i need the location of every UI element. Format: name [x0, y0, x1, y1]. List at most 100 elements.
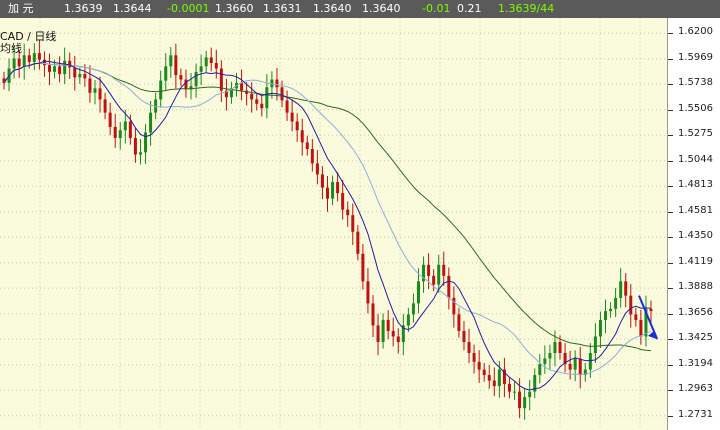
- price-tick-mark: [668, 58, 673, 60]
- candle-body: [351, 215, 355, 232]
- candle-body: [341, 193, 345, 210]
- candle-body: [482, 369, 486, 376]
- candle-body: [290, 112, 294, 122]
- price-tick-label: 1.5738: [678, 77, 713, 89]
- candle-body: [255, 99, 259, 104]
- candle-body: [416, 281, 420, 304]
- candle-body: [219, 68, 223, 91]
- candle-body: [568, 364, 572, 370]
- candle-body: [432, 275, 436, 285]
- quote-v2: 1.3631: [263, 2, 302, 15]
- candle-body: [123, 121, 127, 131]
- candle-body: [634, 314, 638, 320]
- quote-bar: 加 元 1.3639 1.3644 -0.0001 1.3660 1.3631 …: [0, 0, 720, 18]
- price-tick-label: 1.4813: [678, 179, 713, 191]
- price-tick-label: 1.6200: [678, 26, 713, 38]
- candle-body: [588, 353, 592, 370]
- price-tick-mark: [668, 84, 673, 86]
- candle-body: [275, 79, 279, 88]
- chart-plot-area[interactable]: [0, 18, 667, 430]
- candle-body: [411, 303, 415, 315]
- candle-body: [260, 103, 264, 109]
- candle-body: [280, 87, 284, 101]
- candle-body: [543, 358, 547, 365]
- candle-body: [83, 74, 87, 79]
- quote-v5: 0.21: [457, 2, 482, 15]
- candle-body: [285, 100, 289, 113]
- candle-body: [42, 59, 46, 66]
- price-tick-mark: [668, 33, 673, 35]
- candle-body: [381, 319, 385, 342]
- ma-short-line: [3, 60, 652, 391]
- quote-v3: 1.3640: [313, 2, 352, 15]
- quote-change-pct: -0.01: [422, 2, 451, 15]
- ma-mid-line: [3, 62, 652, 375]
- candle-body: [371, 303, 375, 326]
- candle-body: [144, 132, 148, 153]
- candle-body: [63, 60, 67, 75]
- candle-body: [240, 82, 244, 91]
- candle-body: [159, 80, 163, 100]
- candle-body: [336, 182, 340, 194]
- candle-body: [47, 65, 51, 72]
- candle-body: [376, 325, 380, 342]
- candle-body: [265, 87, 269, 109]
- candle-body: [396, 336, 400, 342]
- price-tick-label: 1.5044: [678, 153, 713, 165]
- candle-body: [17, 58, 21, 67]
- price-tick-label: 1.4350: [678, 230, 713, 242]
- candle-body: [593, 336, 597, 354]
- candle-body: [320, 174, 324, 188]
- candle-body: [133, 137, 137, 155]
- candle-body: [462, 330, 466, 342]
- candle-body: [437, 264, 441, 285]
- candle-body: [457, 314, 461, 331]
- candle-body: [649, 308, 653, 312]
- candle-body: [639, 319, 643, 337]
- candle-body: [12, 58, 16, 69]
- candle-body: [442, 264, 446, 276]
- candle-body: [295, 121, 299, 131]
- candle-body: [326, 187, 329, 199]
- price-tick-label: 1.3194: [678, 357, 713, 369]
- trading-chart-window: 加 元 1.3639 1.3644 -0.0001 1.3660 1.3631 …: [0, 0, 720, 430]
- price-tick-mark: [668, 135, 673, 137]
- candle-body: [538, 364, 542, 376]
- candle-body: [204, 57, 208, 67]
- candle-body: [507, 383, 511, 392]
- candle-body: [300, 130, 304, 143]
- price-tick-mark: [668, 339, 673, 341]
- candle-body: [492, 380, 496, 387]
- candle-body: [174, 55, 178, 76]
- symbol-name: 加 元: [8, 2, 34, 15]
- candle-body: [138, 152, 142, 155]
- candle-body: [108, 112, 112, 127]
- candle-body: [518, 391, 522, 409]
- candle-body: [128, 121, 132, 138]
- candle-body: [58, 66, 62, 75]
- candle-body: [497, 369, 501, 387]
- candle-body: [386, 319, 390, 331]
- price-axis: 1.6200 1.5969 1.5738 1.5506 1.5275 1.5044 1.48…: [667, 18, 720, 430]
- price-tick-mark: [668, 313, 673, 315]
- candle-body: [614, 297, 618, 309]
- candle-body: [27, 55, 31, 62]
- quote-v4: 1.3640: [362, 2, 401, 15]
- candle-body: [477, 361, 481, 370]
- candle-body: [558, 341, 562, 354]
- candle-body: [598, 319, 602, 337]
- candle-body: [528, 391, 532, 398]
- candle-body: [103, 99, 107, 113]
- price-tick-mark: [668, 237, 673, 239]
- candle-body: [609, 308, 613, 312]
- candle-body: [179, 75, 183, 80]
- candle-body: [391, 330, 395, 337]
- price-tick-label: 1.5275: [678, 128, 713, 140]
- price-tick-label: 1.4581: [678, 204, 713, 216]
- price-chart-svg: [0, 18, 667, 430]
- quote-v1: 1.3660: [215, 2, 254, 15]
- candle-body: [37, 53, 41, 60]
- price-tick-mark: [668, 109, 673, 111]
- candle-body: [331, 182, 335, 199]
- candle-body: [523, 397, 527, 409]
